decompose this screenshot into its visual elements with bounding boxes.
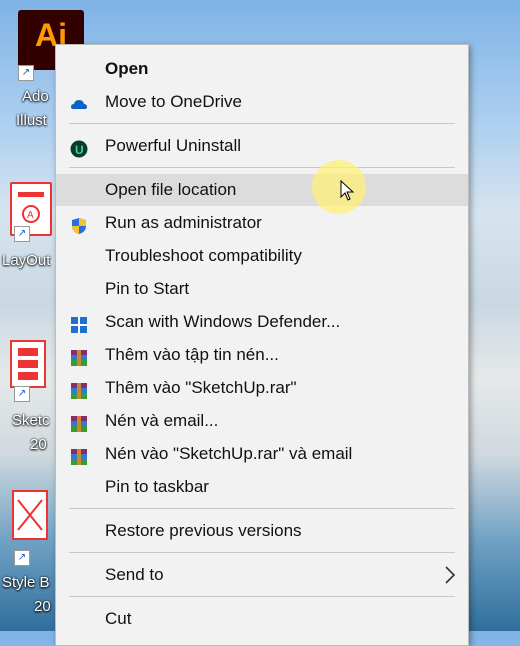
menu-item-label: Troubleshoot compatibility <box>105 246 302 265</box>
shortcut-arrow-icon: ↗ <box>14 550 30 566</box>
defender-icon <box>70 313 88 333</box>
menu-item-open[interactable]: Open <box>56 53 468 85</box>
menu-separator <box>69 552 455 553</box>
menu-item-label: Nén vào "SketchUp.rar" và email <box>105 444 353 463</box>
context-menu: Open Move to OneDrive U Powerful Uninsta… <box>55 44 469 646</box>
menu-item-winrar-add-archive[interactable]: Thêm vào tập tin nén... <box>56 339 468 371</box>
cursor-highlight <box>312 160 366 214</box>
menu-item-open-file-location[interactable]: Open file location <box>56 174 468 206</box>
uninstall-icon: U <box>70 137 88 158</box>
menu-item-label: Nén và email... <box>105 411 219 430</box>
winrar-icon <box>70 346 88 366</box>
menu-item-label: Thêm vào "SketchUp.rar" <box>105 378 297 397</box>
desktop-icon-layout[interactable]: A ↗ LayOut <box>0 180 56 270</box>
menu-item-winrar-compress-sketchup-email[interactable]: Nén vào "SketchUp.rar" và email <box>56 438 468 470</box>
menu-item-restore-previous-versions[interactable]: Restore previous versions <box>56 515 468 547</box>
desktop-icon-label: Style B <box>2 574 50 591</box>
menu-item-label: Run as administrator <box>105 213 262 232</box>
menu-item-send-to[interactable]: Send to <box>56 559 468 591</box>
uac-shield-icon <box>70 214 88 234</box>
desktop-icon-label: 20 <box>34 598 51 615</box>
menu-item-label: Send to <box>105 565 164 584</box>
menu-item-powerful-uninstall[interactable]: U Powerful Uninstall <box>56 130 468 162</box>
menu-item-label: Open file location <box>105 180 237 199</box>
sketchup-icon <box>10 340 46 388</box>
menu-item-pin-to-start[interactable]: Pin to Start <box>56 273 468 305</box>
shortcut-arrow-icon: ↗ <box>14 386 30 402</box>
menu-item-label: Cut <box>105 609 132 628</box>
menu-item-label: Pin to Start <box>105 279 190 298</box>
menu-separator <box>69 508 455 509</box>
menu-item-scan-with-windows-defender[interactable]: Scan with Windows Defender... <box>56 306 468 338</box>
shortcut-arrow-icon: ↗ <box>14 226 30 242</box>
menu-item-winrar-compress-email[interactable]: Nén và email... <box>56 405 468 437</box>
menu-item-run-as-administrator[interactable]: Run as administrator <box>56 207 468 239</box>
svg-text:A: A <box>27 210 34 221</box>
desktop-icon-label: Illust <box>16 112 47 129</box>
menu-item-move-to-onedrive[interactable]: Move to OneDrive <box>56 86 468 118</box>
menu-item-label: Pin to taskbar <box>105 477 209 496</box>
menu-separator <box>69 167 455 168</box>
desktop-icon-label: Ado <box>22 88 49 105</box>
menu-item-label: Powerful Uninstall <box>105 136 242 155</box>
menu-item-label: Thêm vào tập tin nén... <box>105 345 279 364</box>
menu-item-troubleshoot-compatibility[interactable]: Troubleshoot compatibility <box>56 240 468 272</box>
menu-separator <box>69 596 455 597</box>
svg-text:U: U <box>75 143 84 157</box>
menu-item-label: Open <box>105 59 149 78</box>
style-builder-doc-glyph <box>12 490 48 540</box>
menu-item-label: Restore previous versions <box>105 521 302 540</box>
desktop-icon-sketchup[interactable]: ↗ Sketc 20 <box>0 340 56 460</box>
style-builder-icon <box>12 490 48 540</box>
menu-item-winrar-add-sketchup-rar[interactable]: Thêm vào "SketchUp.rar" <box>56 372 468 404</box>
desktop-icon-label: Sketc <box>12 412 50 429</box>
menu-item-cut[interactable]: Cut <box>56 603 468 635</box>
desktop-icon-style-builder[interactable]: ↗ Style B 20 <box>0 490 56 620</box>
desktop-icon-label: 20 <box>30 436 47 453</box>
desktop-icon-illustrator[interactable]: Ai ↗ Ado Illust <box>0 0 84 130</box>
onedrive-icon <box>70 93 88 111</box>
sketchup-doc-glyph <box>10 340 46 388</box>
winrar-icon <box>70 445 88 465</box>
menu-item-label: Move to OneDrive <box>105 92 242 111</box>
menu-item-pin-to-taskbar[interactable]: Pin to taskbar <box>56 471 468 503</box>
winrar-icon <box>70 412 88 432</box>
shortcut-arrow-icon: ↗ <box>18 65 34 81</box>
chevron-right-icon <box>444 559 456 600</box>
desktop-icon-label: LayOut <box>2 252 51 269</box>
menu-separator <box>69 123 455 124</box>
menu-item-label: Scan with Windows Defender... <box>105 312 341 331</box>
mouse-cursor-icon <box>340 180 355 201</box>
winrar-icon <box>70 379 88 399</box>
